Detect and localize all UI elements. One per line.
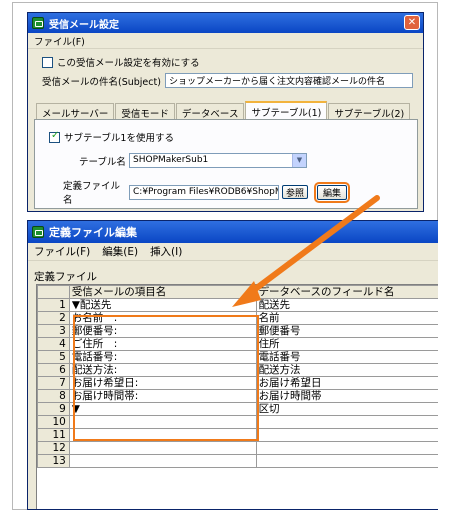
arrow-shaft [243, 195, 380, 299]
screenshot-canvas: 受信メール設定 ✕ ファイル(F) この受信メール設定を有効にする 受信メールの… [0, 0, 450, 515]
pointer-arrow [232, 195, 380, 307]
